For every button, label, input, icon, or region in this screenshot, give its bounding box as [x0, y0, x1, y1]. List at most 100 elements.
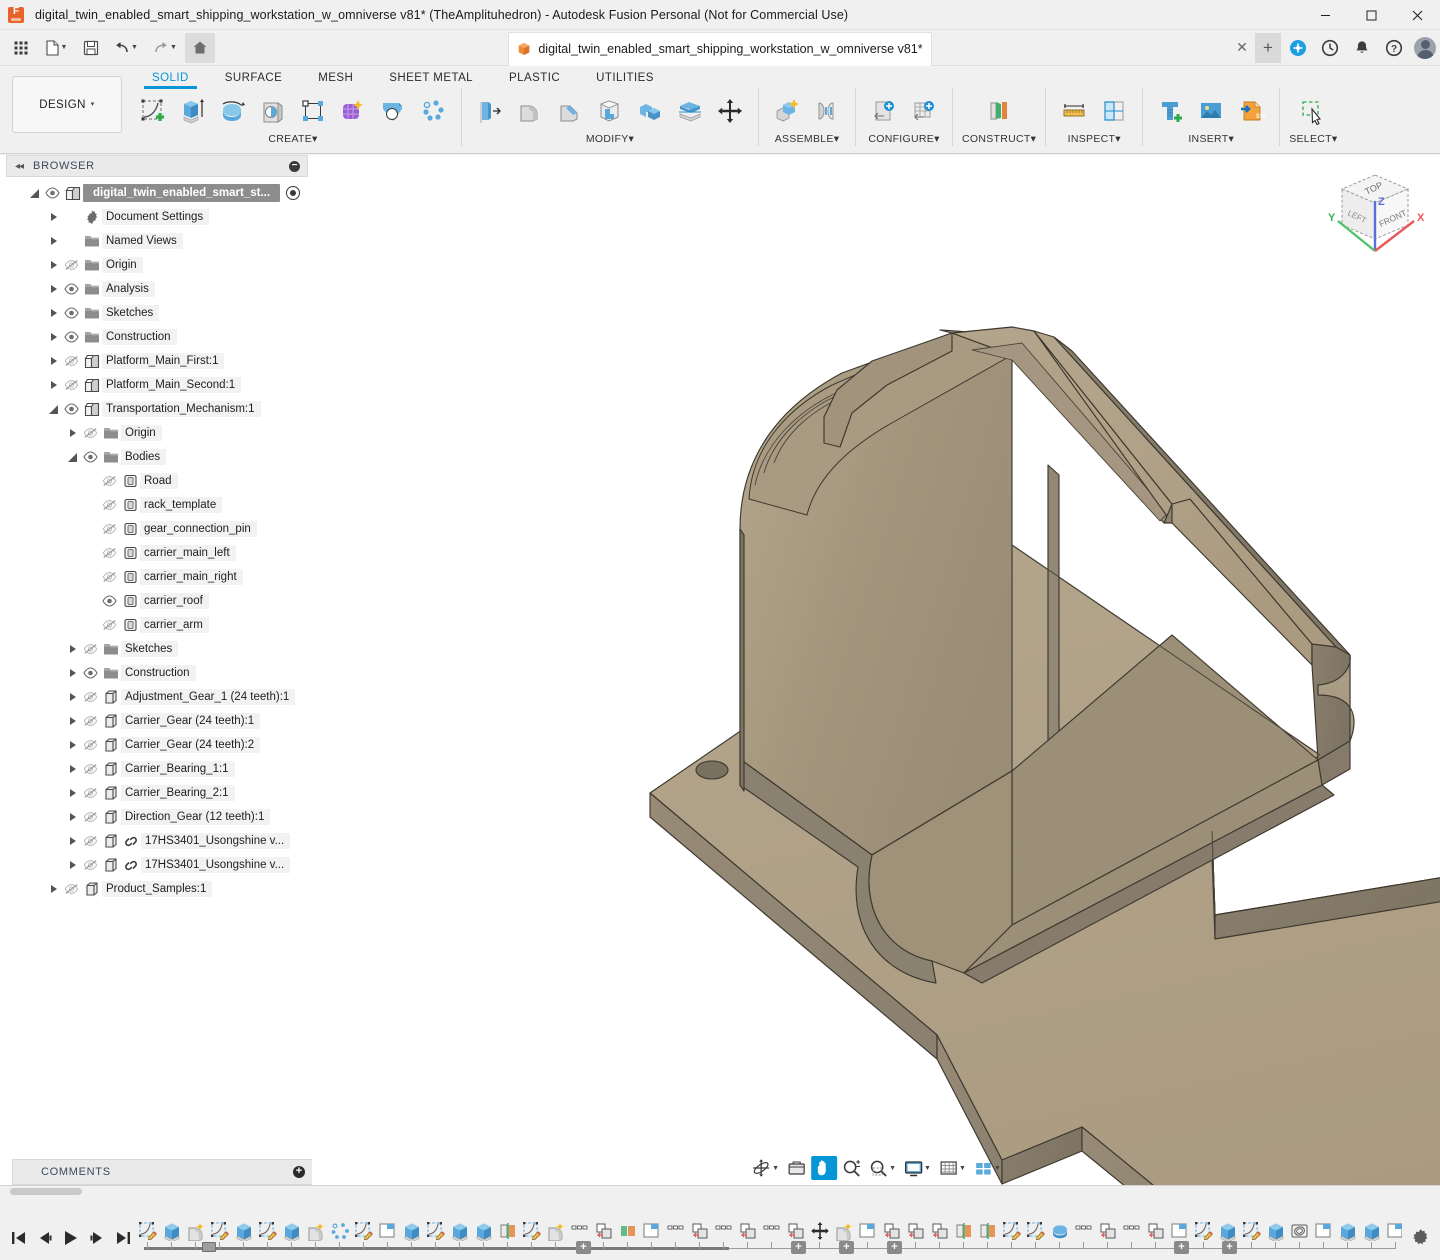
help-circle-icon[interactable]: ?	[1379, 33, 1409, 63]
timeline-feature-extrude[interactable]	[1264, 1218, 1288, 1244]
panel-configure-label[interactable]: CONFIGURE▾	[868, 133, 939, 145]
tree-node[interactable]: Bodies	[6, 445, 308, 469]
bell-icon[interactable]	[1347, 33, 1377, 63]
undo-button[interactable]: ▼	[107, 33, 145, 63]
tree-node[interactable]: 17HS3401_Usongshine v...	[6, 829, 308, 853]
zoom-button[interactable]	[839, 1156, 864, 1180]
expand-arrow-icon[interactable]	[66, 781, 79, 805]
expand-arrow-icon[interactable]	[47, 373, 60, 397]
visibility-off-icon[interactable]	[98, 493, 120, 517]
visibility-off-icon[interactable]	[60, 877, 82, 901]
timeline-feature-component[interactable]	[904, 1218, 928, 1244]
timeline-feature-plane[interactable]	[856, 1218, 880, 1244]
extrude-icon[interactable]	[174, 90, 212, 132]
visibility-on-icon[interactable]	[60, 301, 82, 325]
tree-node[interactable]: Road	[6, 469, 308, 493]
timeline-feature-hole[interactable]	[1120, 1218, 1144, 1244]
visibility-off-icon[interactable]	[79, 853, 101, 877]
expand-arrow-icon[interactable]	[47, 301, 60, 325]
visibility-off-icon[interactable]	[60, 253, 82, 277]
tree-node[interactable]: Adjustment_Gear_1 (24 teeth):1	[6, 685, 308, 709]
tree-node[interactable]: Analysis	[6, 277, 308, 301]
timeline-feature-hole[interactable]	[760, 1218, 784, 1244]
tree-node[interactable]: Platform_Main_First:1	[6, 349, 308, 373]
collapse-arrow-icon[interactable]	[28, 181, 41, 205]
tree-node[interactable]: Sketches	[6, 301, 308, 325]
tree-node[interactable]: carrier_roof	[6, 589, 308, 613]
tree-node[interactable]: rack_template	[6, 493, 308, 517]
create-sketch-icon[interactable]	[134, 90, 172, 132]
visibility-on-icon[interactable]	[98, 589, 120, 613]
tree-node[interactable]: Origin	[6, 253, 308, 277]
tree-node[interactable]: carrier_arm	[6, 613, 308, 637]
tree-node[interactable]: Named Views	[6, 229, 308, 253]
model-render[interactable]	[312, 155, 1440, 1185]
new-document-button[interactable]: ▼	[37, 33, 75, 63]
visibility-off-icon[interactable]	[98, 613, 120, 637]
go-to-start-button[interactable]	[6, 1223, 32, 1253]
expand-arrow-icon[interactable]	[66, 805, 79, 829]
activate-component-radio[interactable]	[286, 186, 300, 200]
visibility-off-icon[interactable]	[79, 757, 101, 781]
display-settings-button[interactable]: ▼	[901, 1156, 934, 1180]
user-avatar-icon[interactable]	[1414, 37, 1436, 59]
timeline-feature-plane[interactable]	[1312, 1218, 1336, 1244]
tab-utilities[interactable]: UTILITIES	[578, 66, 672, 89]
visibility-off-icon[interactable]	[79, 733, 101, 757]
timeline-feature-component[interactable]	[928, 1218, 952, 1244]
panel-insert-label[interactable]: INSERT▾	[1188, 133, 1234, 145]
timeline-feature-sketch[interactable]	[208, 1218, 232, 1244]
tree-node[interactable]: Transportation_Mechanism:1	[6, 397, 308, 421]
insert-svg-icon[interactable]: SVG	[1232, 90, 1270, 132]
press-pull-icon[interactable]	[471, 90, 509, 132]
tree-node[interactable]: Carrier_Bearing_2:1	[6, 781, 308, 805]
timeline-feature-extrude[interactable]	[1336, 1218, 1360, 1244]
expand-arrow-icon[interactable]	[47, 277, 60, 301]
visibility-off-icon[interactable]	[79, 421, 101, 445]
tab-mesh[interactable]: MESH	[300, 66, 371, 89]
zoom-window-button[interactable]: ▼	[866, 1156, 899, 1180]
timeline-feature-mirror[interactable]	[976, 1218, 1000, 1244]
tree-node[interactable]: Carrier_Gear (24 teeth):2	[6, 733, 308, 757]
visibility-off-icon[interactable]	[60, 373, 82, 397]
timeline-feature-extrude[interactable]	[400, 1218, 424, 1244]
panel-select-label[interactable]: SELECT▾	[1289, 133, 1337, 145]
timeline-feature-sketch[interactable]	[424, 1218, 448, 1244]
timeline-feature-extrude[interactable]	[160, 1218, 184, 1244]
timeline-feature-sketch[interactable]	[1000, 1218, 1024, 1244]
timeline-feature-hole[interactable]	[712, 1218, 736, 1244]
timeline-feature-sketch[interactable]	[136, 1218, 160, 1244]
timeline-feature-sketch[interactable]	[1192, 1218, 1216, 1244]
timeline-feature-plane[interactable]	[376, 1218, 400, 1244]
timeline-feature-component[interactable]	[736, 1218, 760, 1244]
visibility-off-icon[interactable]	[79, 637, 101, 661]
timeline-scrollbar[interactable]	[10, 1188, 82, 1195]
visibility-off-icon[interactable]	[98, 541, 120, 565]
visibility-off-icon[interactable]	[79, 805, 101, 829]
tree-node[interactable]: carrier_main_right	[6, 565, 308, 589]
fillet-icon[interactable]	[511, 90, 549, 132]
maximize-button[interactable]	[1348, 0, 1394, 30]
visibility-off-icon[interactable]	[79, 829, 101, 853]
tree-node[interactable]: Construction	[6, 661, 308, 685]
timeline-feature-plane[interactable]	[640, 1218, 664, 1244]
look-at-button[interactable]	[784, 1156, 809, 1180]
pan-button[interactable]	[811, 1156, 837, 1180]
move-copy-icon[interactable]	[711, 90, 749, 132]
view-cube[interactable]: TOP LEFT FRONT Z Y X	[1320, 163, 1430, 263]
visibility-on-icon[interactable]	[79, 445, 101, 469]
timeline-feature-extrude[interactable]	[448, 1218, 472, 1244]
timeline-feature-component[interactable]	[1096, 1218, 1120, 1244]
expand-arrow-icon[interactable]	[47, 349, 60, 373]
timeline-feature-fillet[interactable]	[544, 1218, 568, 1244]
timeline-track[interactable]: + + + + + +	[136, 1216, 1402, 1260]
panel-modify-label[interactable]: MODIFY▾	[586, 133, 634, 145]
timeline-group-collapsed[interactable]: +	[1174, 1241, 1189, 1254]
pattern-icon[interactable]	[414, 90, 452, 132]
timeline-feature-move[interactable]	[808, 1218, 832, 1244]
visibility-off-icon[interactable]	[98, 469, 120, 493]
timeline-group-collapsed[interactable]: +	[791, 1241, 806, 1254]
step-back-button[interactable]	[32, 1223, 58, 1253]
timeline-playhead[interactable]	[202, 1242, 216, 1252]
expand-arrow-icon[interactable]	[66, 733, 79, 757]
